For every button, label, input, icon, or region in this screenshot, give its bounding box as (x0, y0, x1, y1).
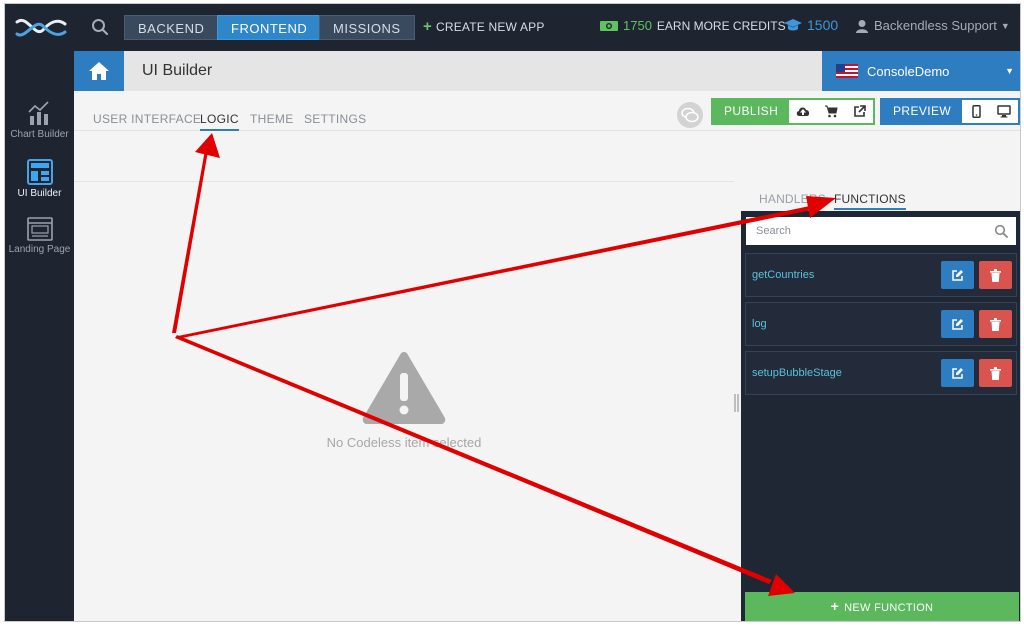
delete-function-button[interactable] (979, 359, 1012, 387)
layout-icon (26, 159, 53, 185)
user-name: Backendless Support (874, 18, 997, 33)
tab-settings[interactable]: SETTINGS (304, 112, 366, 126)
preview-mobile-button[interactable] (962, 100, 990, 123)
cart-icon (825, 105, 838, 118)
backendless-logo[interactable] (13, 12, 69, 42)
rail-item-chart-builder[interactable]: Chart Builder (5, 99, 74, 140)
logic-canvas[interactable]: No Codeless item selected (74, 181, 734, 621)
right-panel-tabs: HANDLERS FUNCTIONS (734, 181, 1020, 213)
cloud-upload-button[interactable] (789, 100, 817, 123)
rail-label: Chart Builder (10, 129, 69, 140)
money-icon (600, 20, 618, 31)
search-icon[interactable] (91, 18, 109, 36)
chat-icon (681, 107, 699, 123)
edit-icon (952, 269, 963, 281)
function-name[interactable]: setupBubbleStage (752, 367, 842, 379)
nav-frontend[interactable]: FRONTEND (217, 15, 322, 40)
marketplace-button[interactable] (817, 100, 845, 123)
publish-button[interactable]: PUBLISH (713, 100, 790, 123)
plus-icon: + (423, 18, 432, 35)
top-bar: BACKEND FRONTEND MISSIONS + CREATE NEW AP… (5, 4, 1020, 51)
create-new-app-button[interactable]: + CREATE NEW APP (423, 18, 545, 35)
trash-icon (990, 268, 1001, 282)
caret-down-icon: ▼ (1005, 66, 1014, 76)
trash-icon (990, 317, 1001, 331)
empty-state-message: No Codeless item selected (326, 435, 482, 450)
preview-button[interactable]: PREVIEW (882, 100, 963, 123)
open-external-button[interactable] (845, 100, 873, 123)
delete-function-button[interactable] (979, 261, 1012, 289)
rail-item-landing-page[interactable]: Landing Page (5, 216, 74, 255)
tab-functions[interactable]: FUNCTIONS (834, 192, 906, 210)
sub-toolbar: USER INTERFACE LOGIC THEME SETTINGS PUBL… (74, 91, 1020, 131)
nav-missions[interactable]: MISSIONS (319, 15, 415, 40)
credits-value: 1750 (623, 18, 652, 33)
edu-value: 1500 (807, 17, 839, 33)
edit-icon (952, 367, 963, 379)
trash-icon (990, 366, 1001, 380)
chart-icon (27, 101, 49, 125)
credits-label: EARN MORE CREDITS (656, 18, 786, 33)
edit-function-button[interactable] (941, 359, 974, 387)
education-button[interactable]: 1500 (783, 17, 838, 33)
function-name[interactable]: log (752, 318, 767, 330)
function-name[interactable]: getCountries (752, 269, 814, 281)
panel-splitter[interactable] (734, 394, 739, 412)
user-icon (856, 19, 868, 33)
warning-icon (362, 352, 446, 424)
publish-group: PUBLISH (711, 98, 876, 125)
tab-theme[interactable]: THEME (250, 112, 294, 126)
function-search-input[interactable] (746, 217, 1016, 245)
us-flag-icon (836, 64, 858, 78)
caret-down-icon: ▼ (1000, 20, 1010, 31)
left-rail: Chart Builder UI Builder Landing Page (5, 51, 74, 621)
preview-group: PREVIEW (880, 98, 1020, 125)
preview-desktop-button[interactable] (990, 100, 1018, 123)
functions-panel: getCountries log setupBubbleStage (741, 211, 1020, 621)
new-function-button[interactable]: + NEW FUNCTION (745, 592, 1019, 621)
page-title: UI Builder (142, 62, 213, 79)
new-function-label: NEW FUNCTION (844, 602, 934, 614)
nav-backend[interactable]: BACKEND (124, 15, 219, 40)
function-row: log (745, 302, 1017, 346)
tab-logic[interactable]: LOGIC (200, 112, 239, 131)
edit-function-button[interactable] (941, 310, 974, 338)
function-row: getCountries (745, 253, 1017, 297)
graduation-cap-icon (784, 19, 802, 31)
desktop-icon (997, 105, 1011, 118)
plus-icon: + (830, 598, 840, 614)
delete-function-button[interactable] (979, 310, 1012, 338)
user-menu[interactable]: Backendless Support ▼ (855, 18, 1010, 33)
function-row: setupBubbleStage (745, 351, 1017, 395)
title-strip: UI Builder (124, 51, 822, 91)
app-selector[interactable]: ConsoleDemo ▼ (822, 51, 1020, 91)
mobile-icon (971, 105, 981, 118)
app-window: BACKEND FRONTEND MISSIONS + CREATE NEW AP… (4, 3, 1021, 622)
edit-function-button[interactable] (941, 261, 974, 289)
cloud-upload-icon (796, 107, 810, 116)
chat-button[interactable] (677, 102, 703, 128)
edit-icon (952, 318, 963, 330)
landing-page-icon (26, 217, 53, 241)
tab-handlers[interactable]: HANDLERS (759, 192, 826, 206)
external-link-icon (853, 105, 866, 117)
create-app-label: CREATE NEW APP (435, 20, 545, 34)
home-icon (89, 62, 109, 80)
rail-label: UI Builder (17, 188, 62, 199)
app-name: ConsoleDemo (867, 64, 950, 79)
search-icon (994, 224, 1008, 238)
credits-button[interactable]: 1750 EARN MORE CREDITS (599, 18, 786, 33)
rail-label: Landing Page (8, 244, 71, 255)
tab-user-interface[interactable]: USER INTERFACE (93, 112, 201, 126)
rail-item-ui-builder[interactable]: UI Builder (5, 158, 74, 199)
home-button[interactable] (74, 51, 124, 91)
